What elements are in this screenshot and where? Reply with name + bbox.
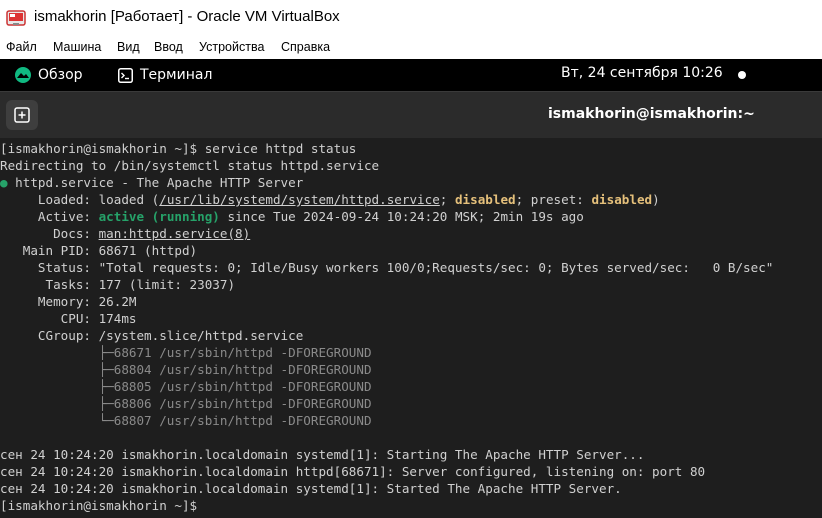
active-state: active (running) bbox=[98, 209, 220, 224]
terminal-line: Loaded: loaded (/usr/lib/systemd/system/… bbox=[0, 191, 660, 208]
menu-view[interactable]: Вид bbox=[117, 40, 140, 54]
vbox-menubar: Файл Машина Вид Ввод Устройства Справка bbox=[0, 38, 822, 59]
status-indicator-icon[interactable] bbox=[738, 71, 746, 79]
activities-button[interactable]: Обзор bbox=[14, 64, 83, 86]
active-since: since Tue 2024-09-24 10:24:20 MSK; 2min … bbox=[219, 209, 584, 224]
terminal-line: CGroup: /system.slice/httpd.service bbox=[0, 328, 304, 343]
window-title: ismakhorin [Работает] - Oracle VM Virtua… bbox=[34, 8, 340, 25]
menu-machine[interactable]: Машина bbox=[53, 40, 101, 54]
menu-file[interactable]: Файл bbox=[6, 40, 37, 54]
loaded-post: ) bbox=[652, 192, 660, 207]
terminal-output[interactable]: [ismakhorin@ismakhorin ~]$ service httpd… bbox=[0, 138, 822, 518]
process-line: ├─68805 /usr/sbin/httpd -DFOREGROUND bbox=[0, 379, 372, 394]
docs-label: Docs: bbox=[0, 226, 99, 241]
enabled-state: disabled bbox=[454, 192, 516, 207]
menu-input[interactable]: Ввод bbox=[154, 40, 183, 54]
terminal-title: ismakhorin@ismakhorin:~ bbox=[548, 106, 755, 122]
service-status-bullet: ● bbox=[0, 175, 8, 190]
gnome-topbar: Обзор Терминал Вт, 24 сентября 10:26 bbox=[0, 59, 822, 91]
terminal-line: Redirecting to /bin/systemctl status htt… bbox=[0, 158, 380, 173]
active-label: Active: bbox=[0, 209, 99, 224]
loaded-sep: ; bbox=[439, 192, 455, 207]
clock[interactable]: Вт, 24 сентября 10:26 bbox=[561, 65, 723, 81]
virtualbox-app-icon bbox=[6, 10, 26, 26]
menu-devices[interactable]: Устройства bbox=[199, 40, 264, 54]
terminal-line: ● httpd.service - The Apache HTTP Server bbox=[0, 174, 303, 191]
terminal-icon bbox=[118, 67, 133, 83]
docs-link[interactable]: man:httpd.service(8) bbox=[99, 226, 251, 241]
prompt: [ismakhorin@ismakhorin ~]$ bbox=[0, 141, 205, 156]
terminal-line: CPU: 174ms bbox=[0, 311, 137, 326]
loaded-label: Loaded: bbox=[0, 192, 99, 207]
command: service httpd status bbox=[204, 141, 357, 156]
app-menu-label: Терминал bbox=[140, 67, 213, 83]
window-titlebar[interactable]: ismakhorin [Работает] - Oracle VM Virtua… bbox=[0, 0, 822, 36]
menu-help[interactable]: Справка bbox=[281, 40, 330, 54]
terminal-line: Docs: man:httpd.service(8) bbox=[0, 225, 250, 242]
preset-label: ; preset: bbox=[515, 192, 592, 207]
process-line: └─68807 /usr/sbin/httpd -DFOREGROUND bbox=[0, 413, 372, 428]
terminal-line: Tasks: 177 (limit: 23037) bbox=[0, 277, 236, 292]
app-menu-terminal[interactable]: Терминал bbox=[118, 64, 212, 86]
terminal-line: Active: active (running) since Tue 2024-… bbox=[0, 208, 584, 225]
process-line: ├─68671 /usr/sbin/httpd -DFOREGROUND bbox=[0, 345, 372, 360]
terminal-line: [ismakhorin@ismakhorin ~]$ service httpd… bbox=[0, 140, 356, 157]
new-tab-button[interactable] bbox=[6, 100, 38, 130]
rocky-logo-icon bbox=[15, 67, 31, 83]
log-line: сен 24 10:24:20 ismakhorin.localdomain s… bbox=[0, 447, 645, 462]
log-line: сен 24 10:24:20 ismakhorin.localdomain h… bbox=[0, 464, 706, 479]
preset-state: disabled bbox=[591, 192, 653, 207]
loaded-pre: loaded ( bbox=[98, 192, 160, 207]
activities-label: Обзор bbox=[38, 67, 83, 83]
terminal-line: Main PID: 68671 (httpd) bbox=[0, 243, 198, 258]
process-line: ├─68804 /usr/sbin/httpd -DFOREGROUND bbox=[0, 362, 372, 377]
terminal-headerbar: ismakhorin@ismakhorin:~ bbox=[0, 91, 822, 138]
process-line: ├─68806 /usr/sbin/httpd -DFOREGROUND bbox=[0, 396, 372, 411]
terminal-line: Status: "Total requests: 0; Idle/Busy wo… bbox=[0, 260, 774, 275]
service-name: httpd.service - The Apache HTTP Server bbox=[7, 175, 304, 190]
terminal-line: Memory: 26.2M bbox=[0, 294, 137, 309]
prompt: [ismakhorin@ismakhorin ~]$ bbox=[0, 498, 205, 513]
log-line: сен 24 10:24:20 ismakhorin.localdomain s… bbox=[0, 481, 622, 496]
new-tab-icon bbox=[14, 107, 30, 123]
unit-file-path: /usr/lib/systemd/system/httpd.service bbox=[159, 192, 440, 207]
terminal-line: [ismakhorin@ismakhorin ~]$ bbox=[0, 497, 205, 514]
